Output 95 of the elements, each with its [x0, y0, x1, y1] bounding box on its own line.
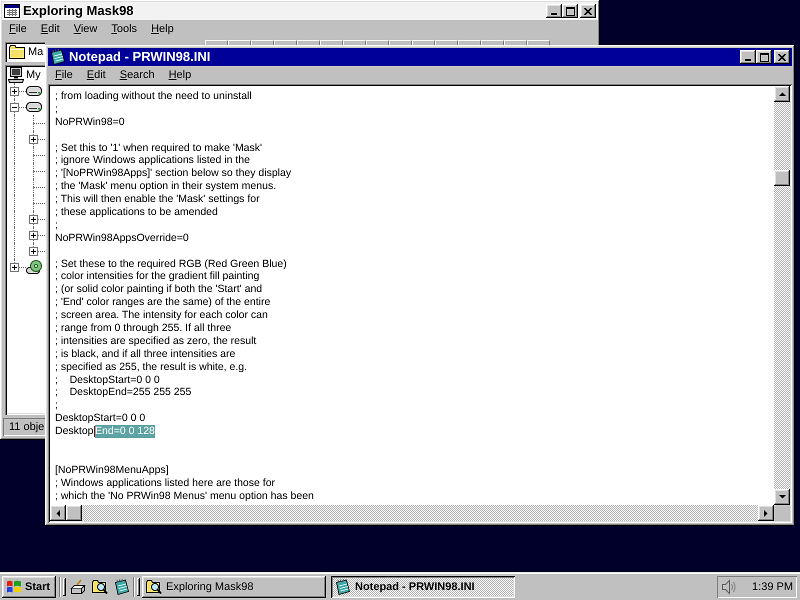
text-line: ; screen area. The intensity for each color can	[55, 309, 269, 322]
speaker-icon[interactable]	[721, 579, 737, 595]
text-line: ; these applications to be amended	[55, 206, 219, 219]
menu-item[interactable]: Help	[144, 21, 181, 37]
text-line: ; (or solid color painting if both the 'Start' and	[55, 283, 264, 296]
computer-icon	[8, 67, 24, 83]
text-line: ; Windows applications listed here are those for	[55, 476, 276, 490]
text-line: ; ignore Windows applications listed in the	[55, 154, 251, 168]
plus-box-icon[interactable]	[10, 87, 19, 96]
text-line: NoPRWin98AppsOverride=0	[55, 232, 190, 245]
menu-item[interactable]: Search	[112, 67, 162, 83]
selected-text: End=0 0 128	[95, 425, 155, 438]
text-line: ; from loading without the need to uninstall	[55, 90, 253, 103]
close-button[interactable]	[580, 4, 596, 18]
maximize-icon	[760, 52, 768, 62]
windows-flag-icon	[6, 580, 22, 594]
folder-dropdown[interactable]: Ma	[5, 42, 45, 62]
drive-icon	[26, 86, 42, 96]
clock[interactable]: 1:39 PM	[752, 578, 793, 596]
magnifier-folder-icon[interactable]	[92, 579, 108, 595]
text-line: ;	[55, 102, 59, 116]
minimize-icon	[745, 59, 751, 61]
close-icon	[584, 8, 592, 14]
scroll-down-button[interactable]	[774, 489, 790, 505]
line-text: Desktop	[55, 425, 94, 438]
maximize-button[interactable]	[562, 4, 578, 18]
close-icon	[778, 54, 786, 60]
text-editor-field[interactable]	[50, 86, 774, 505]
notepad-icon	[50, 49, 66, 65]
plus-box-icon[interactable]	[29, 231, 38, 240]
menu-item[interactable]: File	[2, 21, 34, 37]
folder-dropdown-value: Ma	[28, 44, 44, 60]
text-line: ; This will then enable the 'Mask' settings for	[55, 193, 261, 206]
minimize-button[interactable]	[740, 50, 756, 64]
drive-icon	[26, 102, 42, 112]
text-line: NoPRWin98=0	[55, 116, 126, 129]
text-line: ; Set these to the required RGB (Red Green Blue)	[55, 258, 288, 270]
minimize-icon	[551, 13, 557, 15]
status-text: 11 obje	[9, 420, 44, 435]
minimize-button[interactable]	[546, 4, 562, 18]
down-arrow-icon	[778, 495, 786, 499]
maximize-button[interactable]	[756, 50, 772, 64]
text-line: ; DesktopStart=0 0 0	[55, 374, 161, 386]
scroll-left-button[interactable]	[50, 505, 66, 521]
plus-box-icon[interactable]	[29, 215, 38, 224]
menu-item[interactable]: Help	[162, 67, 198, 83]
maximize-icon	[566, 6, 574, 16]
text-line: ; color intensities for the gradient fill painting	[55, 270, 260, 284]
scroll-thumb[interactable]	[774, 170, 790, 186]
up-arrow-icon	[778, 92, 786, 96]
window-title: Exploring Mask98	[23, 2, 134, 20]
close-button[interactable]	[774, 50, 790, 64]
scroll-up-button[interactable]	[774, 86, 790, 102]
taskbar-button[interactable]: Notepad - PRWIN98.INI	[331, 576, 515, 598]
magnifier-folder-icon	[146, 579, 162, 595]
right-arrow-icon	[764, 510, 768, 516]
tree-item-label[interactable]: My	[26, 67, 41, 83]
text-line: ;	[55, 218, 59, 232]
taskbar-button[interactable]: Exploring Mask98	[142, 576, 326, 598]
text-line: ; specified as 255, the result is white, e.g.	[55, 360, 248, 374]
scroll-thumb[interactable]	[66, 505, 82, 521]
text-line: ; intensities are specified as zero, the result	[55, 334, 258, 348]
notepad-icon	[335, 579, 351, 595]
text-line: [NoPRWin98MenuApps]	[55, 464, 170, 477]
box-pencil-icon[interactable]	[70, 579, 86, 595]
plus-box-icon[interactable]	[29, 135, 38, 144]
text-line: ; '[NoPRWin98Apps]' section below so they display	[55, 167, 292, 180]
window-title: Notepad - PRWIN98.INI	[69, 48, 210, 66]
text-line: ;	[55, 399, 59, 412]
window-grid-icon	[4, 3, 20, 19]
text-line: ; DesktopEnd=255 255 255	[55, 386, 192, 400]
minus-box-icon[interactable]	[10, 103, 19, 112]
menu-item[interactable]: Tools	[104, 21, 144, 37]
text-line: ; range from 0 through 255. If all three	[55, 322, 232, 335]
folder-icon	[9, 45, 25, 59]
text-line: ; the 'Mask' menu option in their system menus.	[55, 180, 278, 194]
text-line: ; 'End' color ranges are the same) of the entire	[55, 296, 272, 310]
text-line: ; is black, and if all three intensities are	[55, 348, 236, 361]
text-line: ; Set this to '1' when required to make 'Mask'	[55, 142, 264, 154]
text-line: ; which the 'No PRWin98 Menus' menu option has been	[55, 490, 315, 502]
menu-item[interactable]: Edit	[34, 21, 67, 37]
menu-item[interactable]: View	[66, 21, 104, 37]
start-button[interactable]: Start	[2, 576, 56, 598]
plus-box-icon[interactable]	[29, 247, 38, 256]
text-line: DesktopStart=0 0 0	[55, 412, 146, 426]
notepad-icon[interactable]	[114, 579, 130, 595]
menu-item[interactable]: File	[48, 67, 80, 83]
text-cursor	[94, 426, 96, 438]
scroll-right-button[interactable]	[758, 505, 774, 521]
vertical-scrollbar[interactable]	[774, 86, 790, 505]
left-arrow-icon	[56, 510, 60, 516]
cd-drive-icon	[26, 259, 42, 275]
horizontal-scrollbar[interactable]	[50, 505, 774, 521]
plus-box-icon[interactable]	[10, 263, 19, 272]
menu-item[interactable]: Edit	[80, 67, 113, 83]
